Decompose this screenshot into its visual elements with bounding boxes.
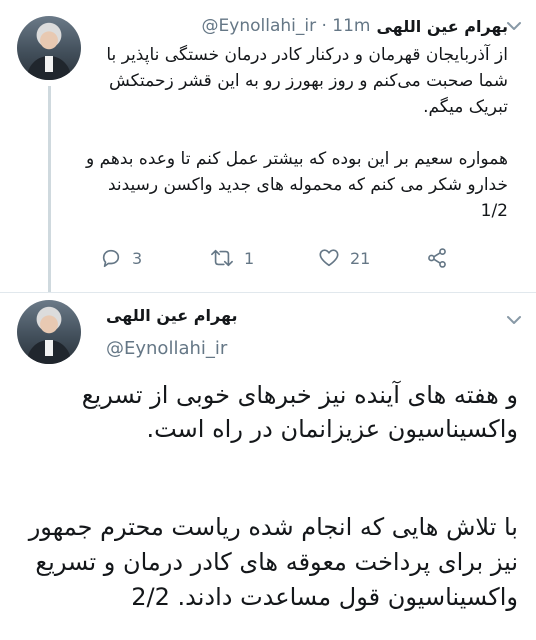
- heart-icon: [319, 249, 339, 267]
- author-avatar[interactable]: [17, 16, 81, 80]
- retweet-button[interactable]: 1: [210, 244, 254, 272]
- avatar-shirt: [45, 56, 53, 72]
- author-avatar[interactable]: [17, 300, 81, 364]
- tweet-action-bar: 3 1 21: [100, 244, 460, 272]
- tweet-text-paragraph-2: همواره سعیم بر این بوده که بیشتر عمل کنم…: [85, 149, 508, 221]
- avatar-shirt: [45, 340, 53, 356]
- reply-count: 3: [132, 248, 143, 268]
- reply-icon: [102, 249, 120, 268]
- author-name[interactable]: بهرام عین اللهی: [376, 17, 508, 36]
- chevron-down-icon[interactable]: [504, 18, 524, 34]
- retweet-count: 1: [244, 248, 255, 268]
- tweet-text-paragraph-1: از آذربایجان قهرمان و درکنار کادر درمان …: [106, 45, 508, 117]
- tweet-divider: [0, 292, 536, 293]
- tweet-text-paragraph-1: و هفته های آینده نیز خبرهای خوبی از تسری…: [81, 381, 518, 443]
- share-icon: [428, 248, 446, 268]
- reply-button[interactable]: 3: [100, 244, 142, 272]
- retweet-icon: [211, 249, 233, 267]
- share-button[interactable]: [426, 244, 448, 272]
- author-name[interactable]: بهرام عین اللهی: [106, 306, 306, 325]
- like-count: 21: [350, 248, 371, 268]
- author-handle-time[interactable]: @Eynollahi_ir · 11m: [202, 16, 371, 36]
- like-button[interactable]: 21: [318, 244, 370, 272]
- author-handle[interactable]: @Eynollahi_ir: [106, 338, 227, 359]
- tweet-text-paragraph-2: با تلاش هایی که انجام شده ریاست محترم جم…: [28, 513, 518, 611]
- thread-connector-line: [48, 86, 51, 292]
- chevron-down-icon[interactable]: [504, 312, 524, 328]
- tweet-header: بهرام عین اللهی @Eynollahi_ir · 11m: [88, 14, 508, 38]
